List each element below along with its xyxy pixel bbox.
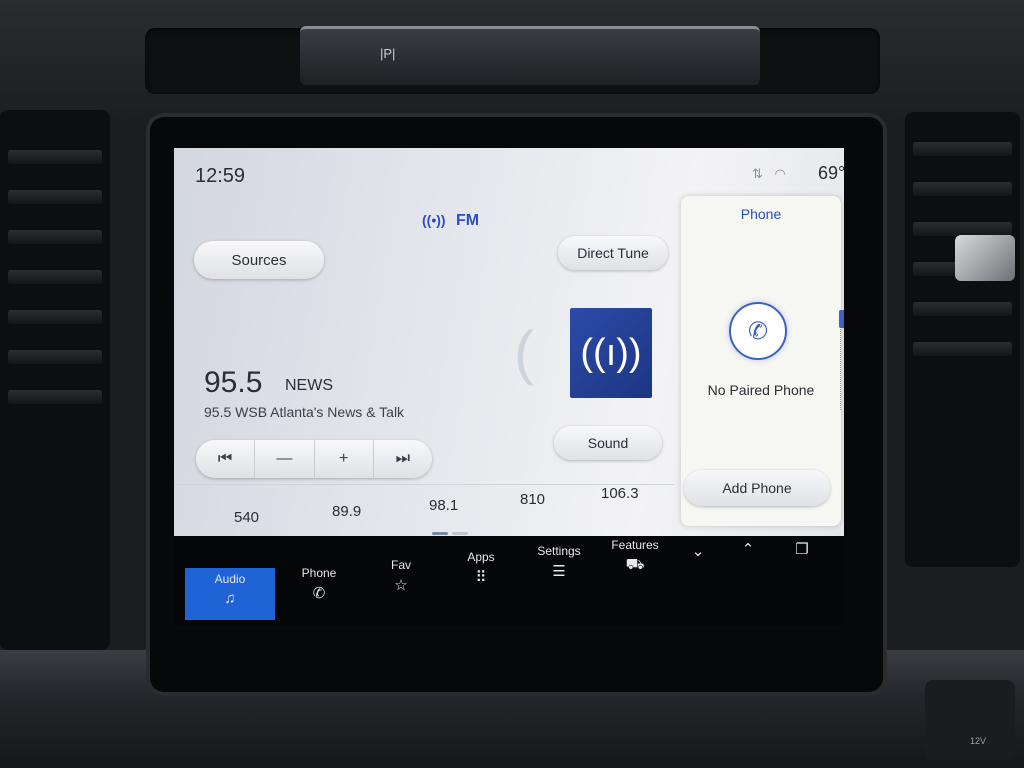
preset-2[interactable]: 89.9 xyxy=(332,503,361,520)
park-label: |P| xyxy=(380,46,396,61)
radio-wave-decoration: ( xyxy=(514,319,534,386)
nav-features-label: Features xyxy=(611,538,659,552)
nav-fav-label: Fav xyxy=(390,558,411,572)
right-air-vent xyxy=(905,112,1020,567)
add-phone-button[interactable]: Add Phone xyxy=(684,470,830,506)
bottom-navigation: Audio ♫ Phone ✆ Fav ☆ Apps ⠿ Settings ☰ … xyxy=(174,536,844,626)
station-genre: NEWS xyxy=(285,377,333,394)
park-button[interactable] xyxy=(300,26,760,85)
chevron-up-icon: ⌃ xyxy=(741,541,755,558)
outside-temperature: 69° xyxy=(818,163,844,183)
direct-tune-button[interactable]: Direct Tune xyxy=(558,236,668,270)
phone-card-title: Phone xyxy=(740,206,782,222)
nav-features[interactable]: Features ⛟ xyxy=(602,536,668,620)
card-scroll-thumb[interactable] xyxy=(839,310,844,328)
station-frequency: 95.5 xyxy=(204,366,263,399)
power-outlet-label: 12V xyxy=(970,736,987,746)
window-switch-button[interactable]: ❐ xyxy=(778,536,826,620)
chevron-down-icon: ⌄ xyxy=(691,543,705,560)
preset-3[interactable]: 98.1 xyxy=(429,497,458,514)
tune-down-button[interactable]: — xyxy=(255,440,315,478)
wifi-icon: ◠ xyxy=(774,166,786,181)
nav-audio[interactable]: Audio ♫ xyxy=(185,568,275,620)
power-outlet xyxy=(925,680,1015,760)
band-indicator: ((•)) FM xyxy=(422,212,479,230)
scroll-up-button[interactable]: ⌃ xyxy=(724,536,772,620)
phone-card: Phone ✆ No Paired Phone Add Phone xyxy=(681,196,841,526)
infotainment-screen: 12:59 ⇅ ◠ 69° ((•)) FM Sources Direct Tu… xyxy=(174,148,844,626)
left-air-vent xyxy=(0,110,110,650)
sliders-icon: ☰ xyxy=(552,563,566,580)
nav-apps[interactable]: Apps ⠿ xyxy=(448,536,514,620)
seek-forward-button[interactable]: ⏭ xyxy=(374,440,432,478)
broadcast-icon: ((•)) xyxy=(422,212,446,228)
phone-icon: ✆ xyxy=(312,585,326,602)
broadcast-icon: ((ı)) xyxy=(580,331,642,374)
nav-audio-label: Audio xyxy=(214,572,246,586)
station-name: 95.5 WSB Atlanta's News & Talk xyxy=(204,404,405,420)
nav-apps-label: Apps xyxy=(467,550,495,564)
truck-icon: ⛟ xyxy=(625,556,645,573)
nav-settings-label: Settings xyxy=(537,544,581,558)
status-bar: 12:59 ⇅ ◠ 69° xyxy=(174,148,844,200)
tune-up-button[interactable]: + xyxy=(315,440,374,478)
sources-button[interactable]: Sources xyxy=(194,241,324,279)
preset-5[interactable]: 106.3 xyxy=(601,485,639,502)
preset-bar: 540 89.9 98.1 810 106.3 xyxy=(174,484,674,533)
preset-1[interactable]: 540 xyxy=(234,509,259,526)
nav-fav[interactable]: Fav ☆ xyxy=(368,536,434,620)
seek-back-button[interactable]: ⏮ xyxy=(196,440,256,478)
copy-windows-icon: ❐ xyxy=(795,541,809,558)
vent-adjust-knob[interactable] xyxy=(955,235,1015,281)
clock: 12:59 xyxy=(195,165,246,187)
status-icons: ⇅ ◠ xyxy=(752,166,786,182)
scroll-down-button[interactable]: ⌄ xyxy=(674,536,722,620)
tuner-controls: ⏮ — + ⏭ xyxy=(196,440,432,478)
star-icon: ☆ xyxy=(394,577,408,594)
sound-button[interactable]: Sound xyxy=(554,426,662,460)
phone-status: No Paired Phone xyxy=(707,382,815,398)
nav-settings[interactable]: Settings ☰ xyxy=(526,536,592,620)
phone-icon[interactable]: ✆ xyxy=(729,302,787,360)
signal-data-icon: ⇅ xyxy=(752,166,763,181)
radio-art-tile: ((ı)) xyxy=(570,308,652,398)
music-note-icon: ♫ xyxy=(224,590,236,607)
band-label: FM xyxy=(456,212,480,229)
preset-4[interactable]: 810 xyxy=(520,491,545,508)
grid-icon: ⠿ xyxy=(475,569,487,586)
nav-phone-label: Phone xyxy=(301,566,337,580)
nav-phone[interactable]: Phone ✆ xyxy=(286,536,352,620)
